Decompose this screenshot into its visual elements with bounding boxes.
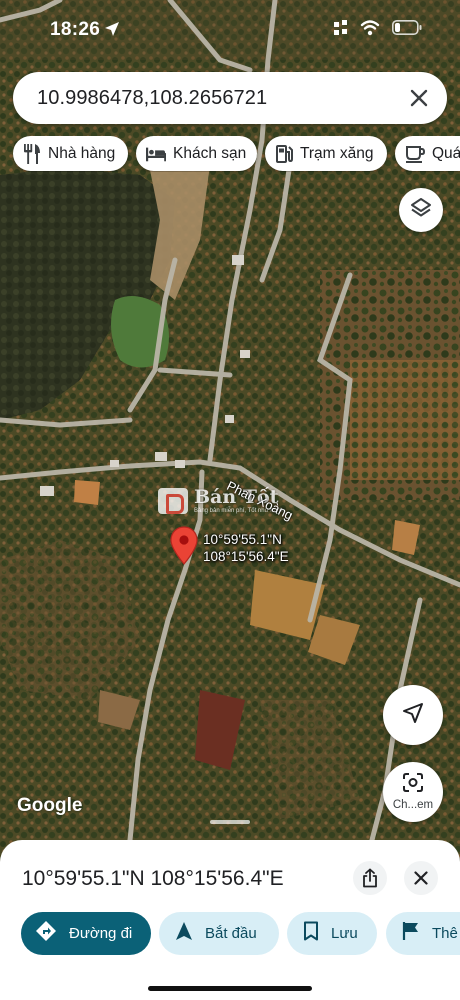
pin-latitude: 10°59'55.1"N [203, 532, 282, 547]
directions-label: Đường đi [69, 925, 133, 942]
chip-gas-stations[interactable]: Trạm xăng [265, 136, 387, 171]
bookmark-icon [303, 921, 319, 946]
lens-button[interactable]: Ch...em [383, 762, 443, 822]
add-label-label: Thê [432, 925, 458, 942]
my-location-button[interactable] [383, 685, 443, 745]
chip-cafes[interactable]: Quán [395, 136, 460, 171]
save-button[interactable]: Lưu [287, 912, 377, 955]
camera-search-icon [402, 773, 424, 798]
chip-restaurants[interactable]: Nhà hàng [13, 136, 128, 171]
restaurant-icon [23, 143, 41, 164]
battery-icon [392, 20, 422, 40]
google-logo: Google [17, 795, 83, 816]
pin-longitude: 108°15'56.4"E [203, 549, 289, 564]
lens-label: Ch...em [392, 799, 434, 811]
directions-button[interactable]: Đường đi [21, 912, 151, 955]
place-bottom-sheet[interactable]: 10°59'55.1"N 108°15'56.4"E Đường đi Bắt … [0, 820, 460, 1000]
chip-label: Khách sạn [173, 144, 247, 162]
status-time: 18:26 [50, 19, 101, 40]
navigation-icon [175, 921, 193, 946]
place-title: 10°59'55.1"N 108°15'56.4"E [22, 867, 284, 890]
flag-icon [402, 921, 420, 946]
share-icon [363, 868, 377, 888]
pin-coordinates: 10°59'55.1"N 108°15'56.4"E [203, 531, 289, 565]
grid-icon [334, 19, 348, 41]
search-query[interactable]: 10.9986478,108.2656721 [37, 87, 267, 110]
status-icons [334, 19, 422, 41]
wifi-icon [360, 19, 380, 41]
chip-label: Quán [432, 144, 460, 162]
sheet-drag-handle[interactable] [210, 820, 250, 824]
close-icon[interactable] [405, 84, 433, 112]
home-indicator[interactable] [148, 986, 312, 991]
chip-hotels[interactable]: Khách sạn [136, 136, 257, 171]
location-arrow-icon [104, 21, 120, 37]
watermark-logo-mark [158, 488, 188, 514]
share-button[interactable] [353, 861, 387, 895]
hotel-icon [146, 144, 166, 164]
cafe-icon [405, 144, 425, 164]
chip-label: Nhà hàng [48, 144, 116, 162]
directions-icon [35, 920, 57, 947]
navigation-arrow-icon [402, 702, 424, 729]
close-icon [414, 871, 428, 885]
close-sheet-button[interactable] [404, 861, 438, 895]
start-button[interactable]: Bắt đầu [159, 912, 279, 955]
start-label: Bắt đầu [205, 925, 257, 942]
add-label-button[interactable]: Thê [386, 912, 460, 955]
save-label: Lưu [331, 925, 358, 942]
location-pin-icon[interactable] [170, 526, 198, 571]
search-bar[interactable]: 10.9986478,108.2656721 [13, 72, 447, 124]
layers-icon [410, 197, 432, 224]
category-chips: Nhà hàng Khách sạn Trạm xăng Quán [13, 136, 460, 172]
chip-label: Trạm xăng [300, 144, 374, 162]
action-buttons-row: Đường đi Bắt đầu Lưu Thê [0, 912, 460, 956]
layers-button[interactable] [399, 188, 443, 232]
gas-station-icon [275, 144, 293, 164]
status-bar: 18:26 [0, 0, 460, 62]
